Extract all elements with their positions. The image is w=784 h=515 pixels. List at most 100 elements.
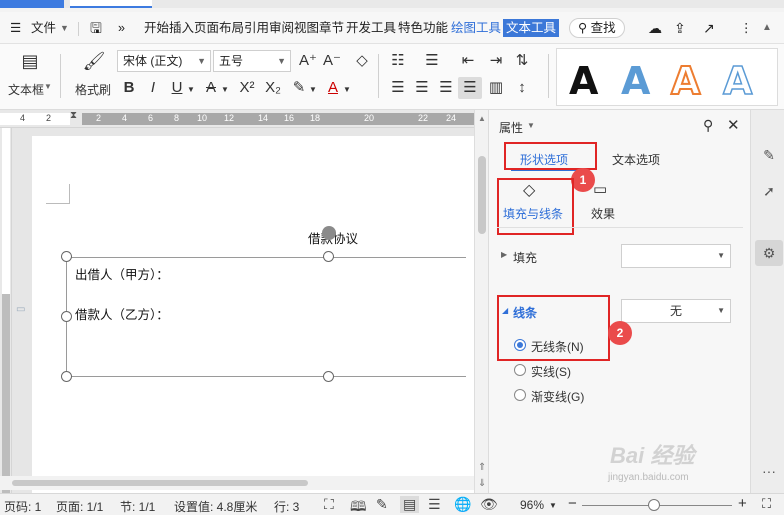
textbox-icon[interactable]: ▤ bbox=[18, 52, 42, 70]
format-painter-icon[interactable]: 🖌 bbox=[82, 52, 106, 70]
menu-special[interactable]: 特色功能 bbox=[398, 19, 448, 37]
fit-window-icon[interactable]: ⛶ bbox=[762, 496, 771, 512]
resize-handle-bottom[interactable] bbox=[323, 371, 334, 382]
underline-icon[interactable]: U bbox=[168, 79, 186, 97]
cursor-icon[interactable]: ➚ bbox=[760, 182, 778, 200]
share-icon[interactable]: ⇪ bbox=[674, 19, 686, 37]
menu-review[interactable]: 审阅 bbox=[269, 19, 294, 37]
chevron-down-icon[interactable]: ▼ bbox=[549, 501, 557, 510]
borrower-line[interactable]: 借款人（乙方）： bbox=[75, 304, 169, 323]
align-left-icon[interactable]: ☰ bbox=[388, 79, 408, 97]
bullet-list-icon[interactable]: ☷ bbox=[388, 52, 408, 70]
web-view-icon[interactable]: 🌐 bbox=[454, 496, 471, 513]
resize-handle-top[interactable] bbox=[323, 251, 334, 262]
menu-developer[interactable]: 开发工具 bbox=[346, 19, 396, 37]
zoom-slider-knob[interactable] bbox=[648, 499, 660, 511]
more-options-icon[interactable]: ⋮ bbox=[740, 19, 753, 37]
radio-gradient-line[interactable] bbox=[514, 389, 526, 401]
option-solid-line[interactable]: 实线(S) bbox=[531, 363, 571, 380]
line-select[interactable]: 无 ▼ bbox=[621, 299, 731, 323]
menu-drawing-tools[interactable]: 绘图工具 bbox=[451, 19, 501, 37]
chevron-down-icon[interactable]: ▼ bbox=[308, 81, 318, 99]
collapse-ribbon-icon[interactable]: ▲ bbox=[762, 19, 772, 37]
subtab-effect[interactable]: 效果 bbox=[591, 205, 615, 222]
edit-icon[interactable]: ✎ bbox=[376, 496, 388, 513]
eye-protect-icon[interactable]: 👁 bbox=[480, 496, 498, 513]
distribute-icon[interactable]: ▥ bbox=[486, 79, 506, 97]
text-direction-icon[interactable]: ⇅ bbox=[512, 52, 532, 70]
scroll-thumb[interactable] bbox=[478, 156, 486, 234]
close-icon[interactable]: ✕ bbox=[727, 116, 740, 134]
subscript-icon[interactable]: X₂ bbox=[262, 79, 284, 97]
clear-format-icon[interactable]: ◇ bbox=[352, 52, 372, 70]
panel-header[interactable]: 属性 bbox=[499, 119, 523, 136]
increase-indent-icon[interactable]: ⇥ bbox=[486, 52, 506, 70]
scroll-thumb[interactable] bbox=[12, 480, 308, 486]
justify-icon[interactable]: ☰ bbox=[460, 79, 480, 97]
hamburger-menu-icon[interactable]: ☰ bbox=[10, 19, 21, 37]
search-box[interactable]: ⚲ 查找 bbox=[569, 18, 625, 38]
chevron-down-icon[interactable]: ▼ bbox=[220, 81, 230, 99]
format-painter-label[interactable]: 格式刷 bbox=[75, 81, 111, 98]
vertical-ruler[interactable] bbox=[0, 128, 12, 500]
align-center-icon[interactable]: ☰ bbox=[412, 79, 432, 97]
zoom-in-icon[interactable]: + bbox=[738, 495, 747, 512]
effect-icon[interactable]: ▭ bbox=[593, 180, 607, 198]
radio-no-line[interactable] bbox=[514, 339, 526, 351]
radio-solid-line[interactable] bbox=[514, 364, 526, 376]
read-mode-icon[interactable]: 🕮 bbox=[350, 496, 367, 515]
chevron-down-icon[interactable]: ▼ bbox=[342, 81, 352, 99]
cloud-icon[interactable]: ☁ bbox=[648, 19, 662, 37]
option-no-line[interactable]: 无线条(N) bbox=[531, 338, 584, 355]
window-tab-1[interactable] bbox=[0, 0, 64, 8]
horizontal-scrollbar[interactable] bbox=[0, 476, 474, 490]
status-setting[interactable]: 设置值: 4.8厘米 bbox=[174, 498, 257, 515]
tab-text-options[interactable]: 文本选项 bbox=[612, 151, 660, 168]
window-tab-document[interactable] bbox=[70, 0, 152, 8]
page-down-icon[interactable]: ⇓ bbox=[478, 478, 486, 489]
upload-icon[interactable]: ↗ bbox=[703, 19, 715, 37]
status-section[interactable]: 节: 1/1 bbox=[120, 498, 155, 515]
fill-select[interactable]: ▼ bbox=[621, 244, 731, 268]
align-right-icon[interactable]: ☰ bbox=[436, 79, 456, 97]
increase-font-icon[interactable]: A⁺ bbox=[298, 52, 318, 70]
highlight-icon[interactable]: ✎ bbox=[290, 79, 308, 97]
resize-handle-bottom-left[interactable] bbox=[61, 371, 72, 382]
font-color-icon[interactable]: A bbox=[324, 79, 342, 97]
strikethrough-icon[interactable]: A bbox=[202, 79, 220, 97]
chevron-down-icon[interactable]: ▼ bbox=[527, 121, 535, 130]
decrease-indent-icon[interactable]: ⇤ bbox=[458, 52, 478, 70]
style-blue[interactable]: A bbox=[621, 59, 650, 103]
superscript-icon[interactable]: X² bbox=[236, 79, 258, 97]
fill-label[interactable]: 填充 bbox=[513, 249, 537, 266]
indent-marker-icon[interactable]: ⧗ bbox=[70, 110, 77, 121]
page-view-icon[interactable]: ▤ bbox=[400, 496, 420, 513]
menu-page-layout[interactable]: 页面布局 bbox=[194, 19, 244, 37]
italic-icon[interactable]: I bbox=[144, 79, 162, 97]
menu-home[interactable]: 开始 bbox=[144, 19, 169, 37]
font-size-select[interactable]: 五号 ▼ bbox=[213, 50, 291, 72]
vertical-scrollbar[interactable]: ▲ ⇑ ⇓ bbox=[474, 110, 488, 500]
status-page[interactable]: 页面: 1/1 bbox=[56, 498, 103, 515]
zoom-out-icon[interactable]: − bbox=[568, 495, 577, 512]
paragraph-marker-icon[interactable]: ▭ bbox=[16, 304, 25, 315]
status-row[interactable]: 行: 3 bbox=[274, 498, 299, 515]
font-name-select[interactable]: 宋体 (正文) ▼ bbox=[117, 50, 211, 72]
zoom-level[interactable]: 96% bbox=[520, 498, 544, 512]
option-gradient-line[interactable]: 渐变线(G) bbox=[531, 388, 584, 405]
menu-file[interactable]: 文件 bbox=[31, 19, 56, 37]
chevron-down-icon[interactable]: ▼ bbox=[60, 19, 69, 37]
horizontal-ruler[interactable]: 4 2 2 4 6 8 10 12 14 16 18 20 22 24 ⧗ bbox=[0, 110, 474, 128]
expand-icon[interactable]: ▶ bbox=[501, 250, 507, 259]
style-black[interactable]: A bbox=[569, 59, 598, 103]
fullscreen-icon[interactable]: ⛶ bbox=[324, 496, 334, 513]
pin-icon[interactable]: ⚲ bbox=[703, 117, 713, 134]
settings-sliders-icon[interactable]: ⚙ bbox=[760, 244, 778, 262]
line-spacing-icon[interactable]: ↕ bbox=[512, 79, 532, 97]
document-page[interactable]: 借款协议 出借人（甲方）： 借款人（乙方）： bbox=[32, 136, 474, 500]
menu-section[interactable]: 章节 bbox=[319, 19, 344, 37]
scroll-up-icon[interactable]: ▲ bbox=[478, 114, 486, 123]
outline-icon[interactable]: ☰ bbox=[428, 496, 441, 513]
resize-handle-left[interactable] bbox=[61, 311, 72, 322]
style-blue-outline[interactable]: A bbox=[722, 58, 753, 104]
